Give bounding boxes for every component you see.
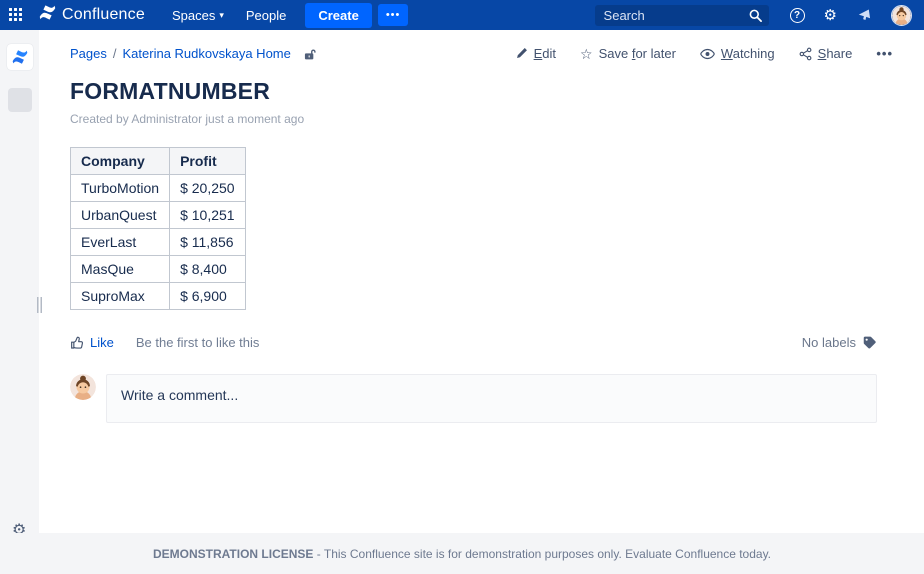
thumbs-up-icon (70, 335, 85, 350)
sidebar-collapsed: ⚙ » (0, 30, 39, 574)
unrestricted-lock-icon[interactable] (303, 47, 317, 61)
evaluate-link[interactable]: Evaluate Confluence today. (625, 547, 771, 561)
space-logo[interactable] (7, 44, 33, 70)
edit-button[interactable]: Edit (515, 46, 556, 61)
page-byline: Created by Administrator just a moment a… (70, 112, 893, 126)
profit-table: Company Profit TurboMotion$ 20,250UrbanQ… (70, 147, 246, 310)
search-input[interactable] (595, 5, 769, 26)
like-hint: Be the first to like this (136, 335, 260, 350)
confluence-logo[interactable]: Confluence (38, 3, 145, 27)
table-row: TurboMotion$ 20,250 (71, 175, 246, 202)
page-more-button[interactable]: ••• (876, 46, 893, 61)
logo-wordmark: Confluence (62, 6, 145, 24)
settings-icon[interactable]: ⚙ (824, 8, 837, 23)
share-icon (799, 47, 812, 61)
commenter-avatar (70, 374, 96, 400)
share-button[interactable]: Share (799, 46, 853, 61)
table-row: MasQue$ 8,400 (71, 256, 246, 283)
table-row: EverLast$ 11,856 (71, 229, 246, 256)
license-label: DEMONSTRATION LICENSE (153, 547, 313, 561)
watching-button[interactable]: Watching (700, 46, 775, 61)
pencil-icon (515, 47, 528, 60)
tag-icon (862, 335, 877, 350)
star-icon: ☆ (580, 47, 593, 61)
license-message: - This Confluence site is for demonstrat… (313, 547, 625, 561)
chevron-down-icon: ▾ (219, 11, 224, 20)
table-row: UrbanQuest$ 10,251 (71, 202, 246, 229)
breadcrumb-current-link[interactable]: Katerina Rudkovskaya Home (123, 46, 291, 61)
breadcrumb-pages-link[interactable]: Pages (70, 46, 107, 61)
breadcrumb: Pages / Katerina Rudkovskaya Home (70, 46, 317, 61)
save-for-later-button[interactable]: ☆ Save for later (580, 46, 676, 61)
create-button[interactable]: Create (305, 3, 371, 28)
search-icon[interactable] (749, 9, 762, 27)
company-cell: SuproMax (71, 283, 170, 310)
sidebar-resize-handle[interactable] (37, 297, 43, 313)
page-title: FORMATNUMBER (70, 78, 893, 105)
like-button[interactable]: Like (70, 335, 114, 350)
breadcrumb-separator: / (113, 46, 117, 61)
profit-cell: $ 20,250 (170, 175, 246, 202)
page-table-body: TurboMotion$ 20,250UrbanQuest$ 10,251Eve… (71, 175, 246, 310)
profit-cell: $ 11,856 (170, 229, 246, 256)
sidebar-item-placeholder[interactable] (8, 88, 32, 112)
license-footer: DEMONSTRATION LICENSE - This Confluence … (0, 533, 924, 574)
confluence-mark-icon (38, 3, 57, 27)
table-header-row: Company Profit (71, 148, 246, 175)
user-avatar[interactable] (891, 5, 912, 26)
comment-input[interactable]: Write a comment... (106, 374, 877, 423)
profit-cell: $ 10,251 (170, 202, 246, 229)
company-cell: UrbanQuest (71, 202, 170, 229)
page-actions: Edit ☆ Save for later Watching (515, 46, 893, 61)
app-switcher-icon[interactable] (9, 8, 23, 22)
company-cell: TurboMotion (71, 175, 170, 202)
eye-icon (700, 48, 715, 60)
page-content: Pages / Katerina Rudkovskaya Home Edit ☆ (39, 30, 924, 533)
column-header-company: Company (71, 148, 170, 175)
announcement-icon[interactable] (856, 7, 872, 23)
nav-spaces[interactable]: Spaces ▾ (161, 0, 235, 30)
company-cell: EverLast (71, 229, 170, 256)
create-more-button[interactable]: ••• (378, 4, 409, 26)
profit-cell: $ 8,400 (170, 256, 246, 283)
profit-cell: $ 6,900 (170, 283, 246, 310)
top-navigation-bar: Confluence Spaces ▾ People Create ••• ? … (0, 0, 924, 30)
company-cell: MasQue (71, 256, 170, 283)
nav-people[interactable]: People (235, 0, 297, 30)
labels-button[interactable]: No labels (802, 335, 877, 350)
search-container (595, 5, 769, 26)
table-row: SuproMax$ 6,900 (71, 283, 246, 310)
help-icon[interactable]: ? (790, 8, 805, 23)
column-header-profit: Profit (170, 148, 246, 175)
